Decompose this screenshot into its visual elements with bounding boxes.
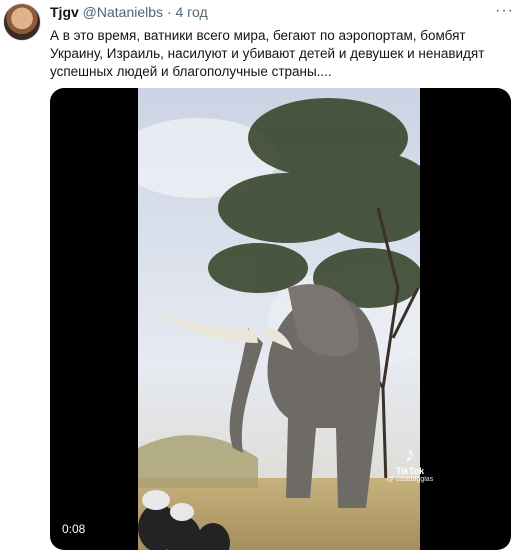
more-options-icon[interactable]: ···: [495, 2, 514, 20]
video-frame: [138, 88, 420, 550]
tiktok-watermark: ♪ TikTok @ usladagglas: [380, 444, 440, 483]
avatar[interactable]: [3, 3, 41, 41]
video-player[interactable]: ♪ TikTok @ usladagglas 0:08: [50, 88, 511, 550]
tweet-time[interactable]: 4 год: [176, 4, 208, 20]
tiktok-icon: ♪: [405, 444, 415, 466]
tiktok-user: @ usladagglas: [386, 476, 434, 483]
separator-dot: ·: [166, 4, 172, 20]
tiktok-name: TikTok: [395, 466, 425, 476]
video-timestamp: 0:08: [62, 522, 86, 536]
tweet-text: А в это время, ватники всего мира, бегаю…: [50, 28, 485, 79]
elephant-scene-image: [138, 88, 420, 550]
tweet-header: Tjgv @Natanielbs · 4 год: [50, 4, 208, 20]
author-handle[interactable]: @Natanielbs: [83, 4, 163, 20]
author-name[interactable]: Tjgv: [50, 4, 79, 20]
